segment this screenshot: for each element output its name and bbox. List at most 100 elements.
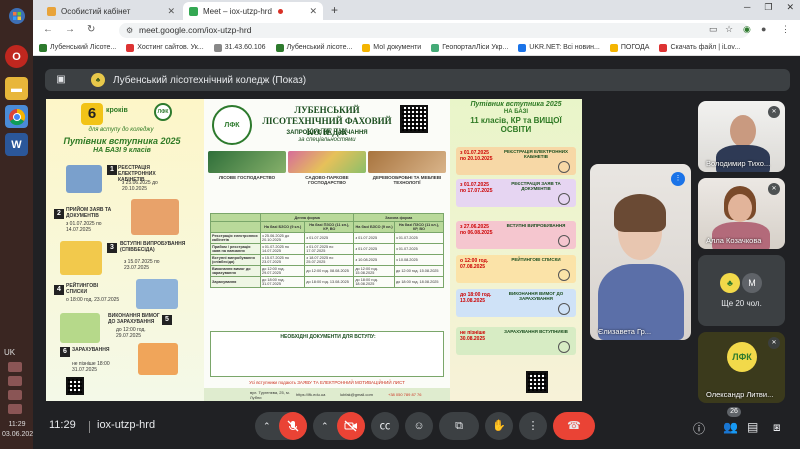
table-cell: з 01.07.2025 по 17.07.2025 <box>304 243 355 255</box>
table-row: Реєстрація електронних кабінетів з 25.06… <box>210 232 445 244</box>
bookmark-item[interactable]: ПОГОДА <box>609 43 649 52</box>
timeline-box: з 01.07.2025 по 20.10.2025 РЕЄСТРАЦІЯ ЕЛ… <box>456 147 576 175</box>
present-screen-button[interactable]: ⧉ <box>439 412 479 440</box>
leave-call-button[interactable]: ☎ <box>553 412 595 440</box>
participant-hair <box>614 194 666 232</box>
timeline-dates: о 12:00 год. 07.08.2025 <box>460 258 489 270</box>
slide-left-column: 6 кроків ЛФК для вступу до коледжу Путів… <box>46 99 204 401</box>
participant-video <box>728 194 752 222</box>
table-header: На базі БЗСО (9 кл.) <box>259 221 306 233</box>
chevron-up-icon[interactable]: ⌃ <box>263 412 271 440</box>
emoji-icon[interactable]: ☺ <box>405 412 433 440</box>
reload-icon[interactable]: ↻ <box>87 24 95 35</box>
bookmark-item[interactable]: Скачать файл | iLov... <box>659 43 740 52</box>
folder-icon <box>609 43 618 52</box>
people-icon[interactable]: 👥 <box>723 420 738 434</box>
table-cell: з 01.07.2025 <box>304 232 355 244</box>
right-heading-levels: 11 класів, КР та ВИЩОЇ ОСВІТИ <box>470 116 562 134</box>
table-row: Виконання вимог до зарахування до 12:00 … <box>210 265 445 277</box>
present-screen-icon[interactable]: ▣ <box>53 72 69 88</box>
forestry-photo <box>208 151 286 173</box>
tray-icon[interactable] <box>8 376 22 386</box>
requirements-illustration <box>60 313 100 343</box>
activities-icon[interactable]: ⧆ <box>773 420 781 435</box>
tray-icon[interactable] <box>8 404 22 414</box>
camera-in-use-icon[interactable]: ▭ <box>709 24 718 35</box>
bookmark-item[interactable]: Хостинг сайтов. Ук... <box>126 43 204 52</box>
new-tab-button[interactable]: + <box>327 3 342 18</box>
camera-control[interactable]: ⌃ <box>313 412 365 440</box>
close-icon[interactable]: ✕ <box>309 6 317 17</box>
microphone-control[interactable]: ⌃ <box>255 412 307 440</box>
step-number: 5 <box>162 315 172 325</box>
taskbar-clock[interactable]: 11:29 03.06.2025 <box>2 420 37 440</box>
slide-middle-column: ЛФК ЛУБЕНСЬКИЙ ЛІСОТЕХНІЧНИЙ ФАХОВИЙ КОЛ… <box>204 99 450 401</box>
step-dates: не пізніше 18:00 31.07.2025 <box>72 361 110 373</box>
table-cell: до 18:00 год. 18.08.2025 <box>393 276 445 288</box>
close-icon[interactable]: ✕ <box>167 6 175 17</box>
timeline-box: не пізніше 30.08.2025 ЗАРАХУВАННЯ ВСТУПН… <box>456 327 576 355</box>
bookmark-item[interactable]: Лубенський лісоте... <box>275 43 352 52</box>
word-icon[interactable]: W <box>5 133 28 156</box>
table-cell: до 18:00 год. 18.08.2025 <box>353 276 395 288</box>
step-number: 6 <box>60 347 70 357</box>
qr-code <box>66 377 84 395</box>
maximize-icon[interactable]: ❐ <box>764 2 772 13</box>
invite-subtext: за спеціальностями <box>298 137 356 143</box>
step-title: ЗАРАХУВАННЯ <box>72 347 110 353</box>
bookmark-item[interactable]: Лубенський Лісоте... <box>39 43 116 52</box>
participant-tile[interactable]: ✕ Алла Козачкова <box>698 178 785 249</box>
specialty-label: ДЕРЕВООБРОБНІ ТА МЕБЛЕВІ ТЕХНОЛОГІЇ <box>372 175 442 185</box>
chrome-icon[interactable] <box>5 105 28 128</box>
bookmark-item[interactable]: UKR.NET: Всі новин... <box>518 43 600 52</box>
shared-screen[interactable]: 6 кроків ЛФК для вступу до коледжу Путів… <box>46 99 582 401</box>
participant-count-badge: 26 <box>727 407 741 417</box>
site-info-icon[interactable]: ⚙ <box>126 23 133 38</box>
profile-icon[interactable]: ● <box>761 24 766 34</box>
enrollment-illustration <box>138 343 178 375</box>
table-cell: з 01.07.2025 по 14.07.2025 <box>259 243 306 255</box>
more-participants-tile[interactable]: ♣ M Ще 20 чол. <box>698 255 785 326</box>
forward-icon[interactable]: → <box>65 24 75 35</box>
close-window-icon[interactable]: ✕ <box>786 2 794 13</box>
language-indicator[interactable]: UK <box>4 348 15 357</box>
star-icon[interactable]: ☆ <box>725 24 733 35</box>
captions-button[interactable]: ㏄ <box>371 412 399 440</box>
minimize-icon[interactable]: ─ <box>744 2 750 13</box>
contact-website: https://lfk.edu.ua <box>296 392 326 397</box>
bookmark-item[interactable]: Мої документи <box>362 43 422 52</box>
chat-icon[interactable]: ▤ <box>747 420 758 434</box>
step-title: ВИКОНАННЯ ВИМОГ ДО ЗАРАХУВАННЯ <box>108 313 160 325</box>
participant-tile[interactable]: ✕ Володимир Тихо... <box>698 101 785 172</box>
opera-icon[interactable]: O <box>5 45 28 68</box>
table-cell: до 18:00 год. 31.07.2025 <box>259 276 306 288</box>
documents-illustration <box>131 199 179 235</box>
menu-icon[interactable]: ⋮ <box>781 24 790 35</box>
camera-off-button[interactable] <box>337 412 365 440</box>
right-heading-base: НА БАЗІ <box>503 109 529 115</box>
bookmark-label: Мої документи <box>373 44 422 51</box>
tab-personal-cabinet[interactable]: Особистий кабінет ✕ <box>41 2 181 20</box>
windows-start-icon[interactable] <box>5 4 28 27</box>
participant-tile[interactable]: ЛФК ✕ Олександр Литви... <box>698 332 785 403</box>
bookmark-item[interactable]: ГеопорталЛіси Укр... <box>431 43 508 52</box>
meeting-details-icon[interactable]: ⓘ <box>693 420 705 437</box>
chevron-up-icon[interactable]: ⌃ <box>321 412 329 440</box>
timeline-title: РЕЙТИНГОВІ СПИСКИ <box>511 257 561 262</box>
tray-icon[interactable] <box>8 362 22 372</box>
more-options-icon[interactable]: ⋮ <box>519 412 547 440</box>
tab-meet[interactable]: Meet – iox-utzp-hrd ✕ <box>183 2 323 20</box>
tray-icon[interactable] <box>8 390 22 400</box>
row-label: Зарахування <box>210 276 261 288</box>
extension-icon[interactable]: ◉ <box>743 24 751 35</box>
back-icon[interactable]: ← <box>43 24 53 35</box>
clock-time: 11:29 <box>8 421 26 428</box>
raise-hand-icon[interactable]: ✋ <box>485 412 513 440</box>
bookmark-item[interactable]: 31.43.60.106 <box>213 43 266 52</box>
address-bar[interactable]: ⚙ meet.google.com/iox-utzp-hrd <box>119 23 749 38</box>
handshake-icon <box>558 303 570 315</box>
file-explorer-icon[interactable]: ▬ <box>5 77 28 100</box>
meeting-code[interactable]: iox-utzp-hrd <box>97 419 155 431</box>
participant-tile[interactable]: ⋮ Єлизавета Гр... <box>590 164 691 340</box>
mic-off-button[interactable] <box>279 412 307 440</box>
